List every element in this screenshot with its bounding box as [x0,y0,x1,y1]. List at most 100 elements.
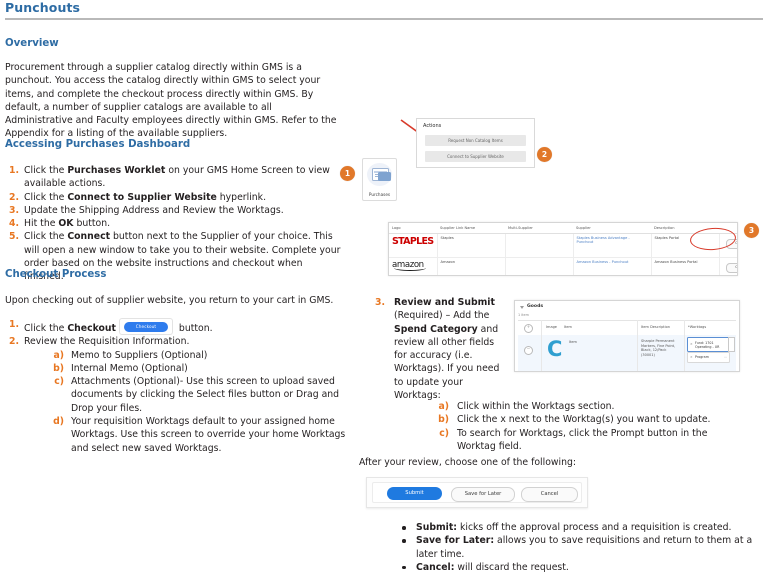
goods-panel-title: Goods [527,304,544,309]
cell-link-name: Staples [436,233,505,258]
column-divider [684,320,685,371]
checkout-paragraph: Upon checking out of supplier website, y… [5,295,334,306]
review-submit-mid-1: (Required) – Add the [394,310,490,322]
list-marker: 4. [8,218,19,230]
actions-card-screenshot: Actions Request Non Catalog Items Connec… [416,118,535,168]
list-marker: 2. [8,191,19,203]
list-marker: a) [438,401,449,412]
remove-worktag-icon[interactable]: × [690,355,693,359]
step-text-pre: Click the [24,191,68,203]
checkout-button-screenshot[interactable]: Checkout [118,318,173,335]
cell-description: Amazon Business Portal [650,257,719,275]
document-page: Punchouts Overview Procurement through a… [0,0,768,574]
bullet-bold: Save for Later: [416,535,495,547]
card-front-shape [378,172,391,181]
table-row: STAPLES Staples Staples Business Advanta… [389,233,737,258]
request-non-catalog-items-button[interactable]: Request Non Catalog Items [425,135,526,146]
save-for-later-button[interactable]: Save for Later [451,487,515,502]
worktag-substeps-list: a) Click within the Worktags section. b)… [412,400,732,453]
supplier-table: Logo Supplier Link Name Multi-Supplier S… [389,223,737,275]
step-badge-3: 3 [744,223,759,238]
page-title: Punchouts [5,0,81,15]
list-marker: 3. [375,297,386,308]
step-text-bold: OK [58,218,74,230]
column-divider [541,320,542,371]
column-header-item: Item [564,325,572,329]
remove-worktag-icon[interactable]: × [690,342,693,346]
list-item: b) Click the x next to the Worktag(s) yo… [435,413,732,426]
connect-button[interactable]: Connect [726,263,737,273]
review-submit-bold-2: Spend Category [394,323,478,335]
step-text-post: button. [175,323,213,334]
list-marker: a) [53,349,64,361]
step-text-pre: Update the Shipping Address and Review t… [24,204,284,216]
step-badge-2: 2 [537,147,552,162]
checkout-steps-list: 1. Click the Checkout Checkout button. 2.… [5,318,350,455]
table-header-row: Logo Supplier Link Name Multi-Supplier S… [389,223,737,234]
bullet-dot [402,565,406,570]
submit-button[interactable]: Submit [387,487,442,500]
step-text: Review the Requisition Information. [24,336,190,348]
list-marker: b) [438,414,449,426]
chevron-down-icon[interactable] [520,306,524,309]
column-divider [637,320,638,371]
amazon-logo: amazon [392,260,426,271]
supplier-link[interactable]: Staples Business Advantage - Punchout [577,236,630,244]
sub-item-text: Your requisition Worktags default to you… [71,416,346,454]
add-row-icon[interactable]: + [524,324,533,333]
goods-item-count: 1 item [518,313,529,317]
connect-to-supplier-website-button[interactable]: Connect to Supplier Website [425,151,526,162]
column-header-worktags: *Worktags [688,325,707,329]
checkout-button-label: Checkout [123,321,168,332]
list-item: 2. Review the Requisition Information. a… [5,335,350,455]
section-heading-accessing: Accessing Purchases Dashboard [5,139,191,150]
table-row: amazon Amazon Amazon Business - Punchout… [389,257,737,275]
list-item: b) Internal Memo (Optional) [47,362,350,375]
step-text-bold: Purchases Worklet [67,165,166,176]
list-item: d) Your requisition Worktags default to … [47,415,350,455]
worktag-scrollbar[interactable] [728,337,735,352]
credit-card-icon [367,163,392,186]
worktag-program-field[interactable]: × Program ⋯ [687,352,730,363]
bullet-text: kicks off the approval process and a req… [457,522,732,533]
step-text-post: hyperlink. [216,191,267,203]
list-item: a) Memo to Suppliers (Optional) [47,349,350,362]
submit-bar-screenshot: Submit Save for Later Cancel [366,477,588,508]
sub-item-text: Click the x next to the Worktag(s) you w… [457,414,711,426]
amazon-smile-icon [394,265,426,271]
submit-bar-inner: Submit Save for Later Cancel [372,482,582,503]
staples-logo: STAPLES [392,236,434,247]
worklet-label: Purchases [368,192,391,197]
step-badge-1: 1 [340,166,355,181]
worktag-fund-field[interactable]: × Fund: 1701 Operating - UR [687,337,730,352]
list-item: 1. Click the Purchases Worklet on your G… [5,164,345,191]
prompt-button-icon[interactable]: ⋯ [724,355,727,359]
list-item: Cancel: will discard the request. [400,561,760,574]
cell-action: Connect [718,257,737,275]
bullet-dot [402,526,406,530]
overview-paragraph: Procurement through a supplier catalog d… [5,62,337,140]
supplier-link[interactable]: Amazon Business - Punchout [577,260,629,264]
list-marker: d) [53,416,64,428]
list-item: 2. Click the Connect to Supplier Website… [5,191,345,204]
bottom-bullet-list: Submit: kicks off the approval process a… [400,521,760,574]
column-header-supplier-link-name: Supplier Link Name [437,223,505,234]
list-marker: 5. [8,231,19,243]
step-text-pre: Click the [24,165,68,176]
column-header-logo: Logo [389,223,437,234]
cell-supplier: Amazon Business - Punchout [572,257,651,275]
remove-row-icon[interactable]: − [524,346,533,355]
actions-card-title: Actions [423,123,442,129]
list-marker: c) [54,376,64,388]
sub-item-text: Click within the Worktags section. [457,401,615,412]
column-header-image: Image [546,325,557,329]
cancel-button[interactable]: Cancel [521,487,578,502]
bullet-text: will discard the request. [454,561,569,573]
purchases-worklet-tile[interactable]: Purchases [362,158,397,201]
list-item: Submit: kicks off the approval process a… [400,521,760,534]
review-submit-bold-1: Review and Submit [394,297,495,308]
list-marker: 1. [8,165,19,176]
list-item: 4. Hit the OK button. [5,217,345,230]
cell-link-name: Amazon [436,257,505,275]
accessing-steps-list: 1. Click the Purchases Worklet on your G… [5,164,345,284]
